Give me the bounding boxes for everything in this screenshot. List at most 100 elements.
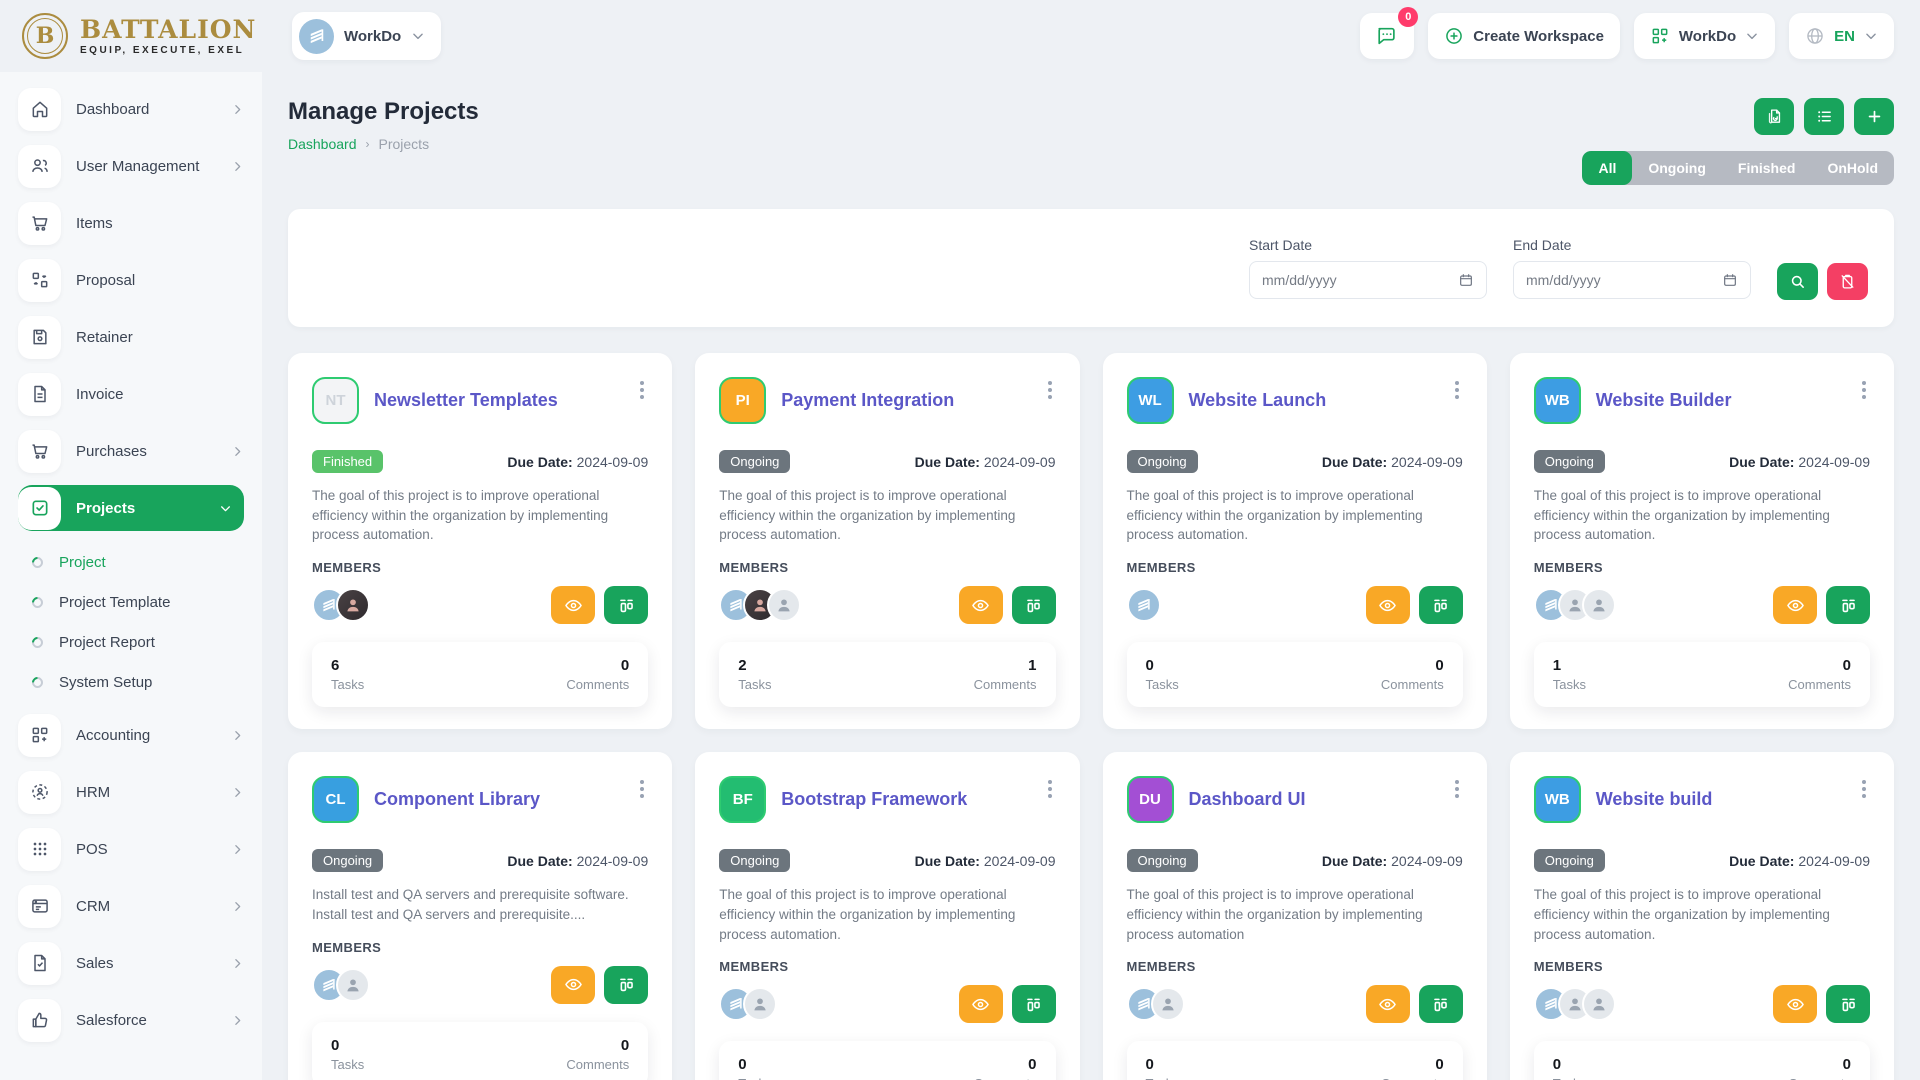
comments-label: Comments (974, 1076, 1037, 1080)
comments-label: Comments (1381, 677, 1444, 692)
project-title-link[interactable]: Bootstrap Framework (781, 789, 967, 810)
due-date-value: 2024-09-09 (984, 454, 1056, 470)
members-label: MEMBERS (719, 560, 1055, 575)
member-avatar-workdo (1127, 588, 1161, 622)
sidebar-item-user-management[interactable]: User Management (18, 143, 244, 189)
project-title-link[interactable]: Newsletter Templates (374, 390, 558, 411)
sidebar-subitem-project[interactable]: Project (32, 542, 244, 582)
sidebar-item-label: POS (76, 841, 108, 858)
sidebar-item-icon-box (18, 202, 61, 245)
card-menu-button[interactable] (1451, 776, 1463, 802)
filter-tab-finished[interactable]: Finished (1722, 151, 1812, 185)
project-title-link[interactable]: Website build (1596, 789, 1713, 810)
export-button[interactable] (1754, 98, 1794, 135)
end-date-input[interactable]: mm/dd/yyyy (1513, 261, 1751, 299)
brand-logo-badge: B (22, 13, 68, 59)
project-description: The goal of this project is to improve o… (719, 486, 1055, 545)
card-stats: 2 Tasks 1 Comments (719, 642, 1055, 707)
sidebar-item-label: Dashboard (76, 101, 149, 118)
project-progress-button[interactable] (1826, 985, 1870, 1023)
tasks-count: 0 (738, 1056, 771, 1073)
card-menu-button[interactable] (1858, 377, 1870, 403)
sidebar-subitem-project-report[interactable]: Project Report (32, 622, 244, 662)
create-workspace-button[interactable]: Create Workspace (1428, 13, 1620, 59)
workspace-switcher[interactable]: WorkDo (292, 12, 441, 60)
bullet-icon (30, 554, 46, 570)
list-view-button[interactable] (1804, 98, 1844, 135)
project-title-link[interactable]: Dashboard UI (1189, 789, 1306, 810)
language-selector[interactable]: EN (1789, 13, 1894, 59)
sidebar-item-hrm[interactable]: HRM (18, 769, 244, 815)
sidebar-subitem-system-setup[interactable]: System Setup (32, 662, 244, 702)
project-avatar: WB (1534, 776, 1581, 823)
view-project-button[interactable] (959, 985, 1003, 1023)
sidebar-item-pos[interactable]: POS (18, 826, 244, 872)
member-avatar-user (767, 588, 801, 622)
breadcrumb-dashboard-link[interactable]: Dashboard (288, 136, 357, 152)
search-button[interactable] (1777, 263, 1818, 300)
sidebar-item-dashboard[interactable]: Dashboard (18, 86, 244, 132)
project-title-link[interactable]: Website Builder (1596, 390, 1732, 411)
view-project-button[interactable] (959, 586, 1003, 624)
sidebar-subitem-project-template[interactable]: Project Template (32, 582, 244, 622)
due-date: Due Date: 2024-09-09 (507, 454, 648, 470)
project-progress-button[interactable] (604, 966, 648, 1004)
view-project-button[interactable] (551, 966, 595, 1004)
messages-button[interactable]: 0 (1360, 13, 1414, 59)
project-progress-button[interactable] (1419, 586, 1463, 624)
project-progress-button[interactable] (1012, 586, 1056, 624)
filter-tab-onhold[interactable]: OnHold (1811, 151, 1894, 185)
project-description: The goal of this project is to improve o… (312, 486, 648, 545)
start-date-input[interactable]: mm/dd/yyyy (1249, 261, 1487, 299)
top-bar: B BATTALION EQUIP, EXECUTE, EXEL WorkDo … (0, 0, 1920, 72)
filter-tab-all[interactable]: All (1582, 151, 1632, 185)
view-project-button[interactable] (1773, 985, 1817, 1023)
workdo-menu-button[interactable]: WorkDo (1634, 13, 1775, 59)
view-project-button[interactable] (551, 586, 595, 624)
card-menu-button[interactable] (1044, 377, 1056, 403)
project-title-link[interactable]: Payment Integration (781, 390, 954, 411)
sidebar-item-crm[interactable]: CRM (18, 883, 244, 929)
card-menu-button[interactable] (636, 776, 648, 802)
project-description: The goal of this project is to improve o… (1534, 486, 1870, 545)
project-progress-button[interactable] (604, 586, 648, 624)
view-project-button[interactable] (1773, 586, 1817, 624)
sidebar-item-retainer[interactable]: Retainer (18, 314, 244, 360)
brand-name: BATTALION (80, 17, 256, 42)
project-avatar: BF (719, 776, 766, 823)
card-menu-button[interactable] (636, 377, 648, 403)
view-project-button[interactable] (1366, 586, 1410, 624)
card-menu-button[interactable] (1044, 776, 1056, 802)
sidebar-item-sales[interactable]: Sales (18, 940, 244, 986)
breadcrumb-separator: › (366, 137, 370, 151)
sidebar-item-salesforce[interactable]: Salesforce (18, 997, 244, 1043)
end-date-placeholder: mm/dd/yyyy (1526, 272, 1601, 288)
card-menu-button[interactable] (1451, 377, 1463, 403)
sidebar-item-icon-box (18, 999, 61, 1042)
project-avatar: WB (1534, 377, 1581, 424)
project-title-link[interactable]: Component Library (374, 789, 540, 810)
person-icon (775, 596, 793, 614)
sidebar-item-items[interactable]: Items (18, 200, 244, 246)
sidebar-item-proposal[interactable]: Proposal (18, 257, 244, 303)
sidebar-item-label: Purchases (76, 443, 147, 460)
project-card: NT Newsletter Templates Finished Due Dat… (288, 353, 672, 729)
card-menu-button[interactable] (1858, 776, 1870, 802)
sidebar-item-projects[interactable]: Projects (18, 485, 244, 531)
sidebar-item-accounting[interactable]: Accounting (18, 712, 244, 758)
sidebar-item-icon-box (18, 828, 61, 871)
sidebar-item-invoice[interactable]: Invoice (18, 371, 244, 417)
calendar-icon (1458, 272, 1474, 288)
project-progress-button[interactable] (1012, 985, 1056, 1023)
comments-count: 0 (621, 657, 629, 674)
sidebar-item-purchases[interactable]: Purchases (18, 428, 244, 474)
view-project-button[interactable] (1366, 985, 1410, 1023)
project-progress-button[interactable] (1826, 586, 1870, 624)
add-project-button[interactable] (1854, 98, 1894, 135)
filter-tab-ongoing[interactable]: Ongoing (1632, 151, 1722, 185)
project-progress-button[interactable] (1419, 985, 1463, 1023)
reset-filter-button[interactable] (1827, 263, 1868, 300)
calendar-icon (1722, 272, 1738, 288)
project-title-link[interactable]: Website Launch (1189, 390, 1327, 411)
main-content: Manage Projects Dashboard › Projects All… (262, 72, 1920, 1080)
